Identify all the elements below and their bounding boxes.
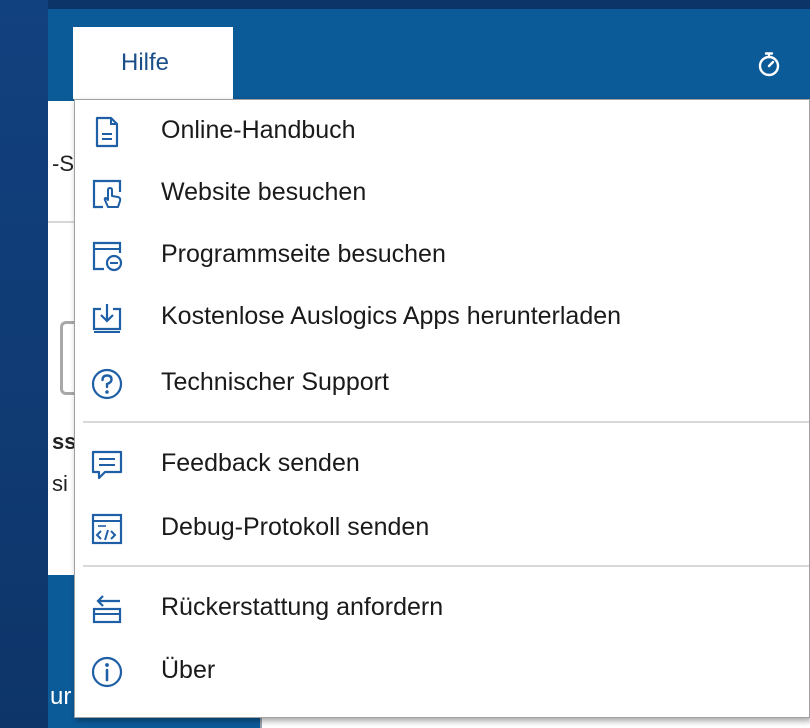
background-window: -S ss si	[48, 101, 77, 575]
info-icon	[91, 656, 123, 688]
menu-item-label: Technischer Support	[161, 368, 389, 396]
background-blue-panel: ur	[48, 575, 74, 728]
menu-item-label: Rückerstattung anfordern	[161, 593, 444, 621]
background-text-fragment: -S	[52, 151, 74, 176]
background-box-fragment	[60, 321, 74, 395]
window-refresh-icon	[92, 241, 123, 272]
stopwatch-icon[interactable]	[755, 50, 783, 78]
question-icon	[91, 368, 123, 400]
menu-item-website-besuchen[interactable]: Website besuchen	[75, 162, 809, 224]
menu-item-label: Über	[161, 656, 216, 684]
menu-item-label: Feedback senden	[161, 449, 360, 477]
below-menu-area	[74, 718, 810, 728]
feedback-icon	[91, 450, 123, 480]
window-top-border	[48, 0, 810, 9]
background-text-fragment: si	[52, 471, 68, 496]
desktop-background	[0, 0, 48, 728]
debug-log-icon	[91, 513, 123, 545]
menu-item-rueckerstattung-anfordern[interactable]: Rückerstattung anfordern	[75, 577, 809, 639]
menu-item-apps-herunterladen[interactable]: Kostenlose Auslogics Apps herunterladen	[75, 286, 809, 348]
hand-click-icon	[92, 179, 122, 209]
menu-item-label: Website besuchen	[161, 178, 367, 206]
menu-item-label: Kostenlose Auslogics Apps herunterladen	[161, 302, 622, 330]
menu-tab-hilfe[interactable]: Hilfe	[73, 27, 233, 99]
menu-item-online-handbuch[interactable]: Online-Handbuch	[75, 100, 809, 162]
document-icon	[95, 116, 119, 148]
background-text-fragment: ur	[50, 683, 72, 710]
menu-separator	[83, 565, 809, 567]
menu-separator	[83, 421, 809, 423]
background-divider	[48, 221, 74, 223]
download-icon	[92, 304, 122, 333]
menu-item-label: Online-Handbuch	[161, 116, 356, 144]
menu-item-debug-protokoll-senden[interactable]: Debug-Protokoll senden	[75, 497, 809, 559]
menu-item-label: Programmseite besuchen	[161, 240, 446, 268]
help-dropdown-menu: Online-Handbuch Website besuchen Program…	[74, 99, 810, 718]
refund-icon	[92, 595, 122, 624]
menu-item-feedback-senden[interactable]: Feedback senden	[75, 433, 809, 495]
background-text-fragment: ss	[52, 429, 77, 454]
menu-item-label: Debug-Protokoll senden	[161, 513, 430, 541]
menu-tab-label: Hilfe	[121, 49, 170, 76]
menu-item-programmseite-besuchen[interactable]: Programmseite besuchen	[75, 224, 809, 286]
menu-item-ueber[interactable]: Über	[75, 640, 809, 702]
menu-item-technischer-support[interactable]: Technischer Support	[75, 352, 809, 414]
